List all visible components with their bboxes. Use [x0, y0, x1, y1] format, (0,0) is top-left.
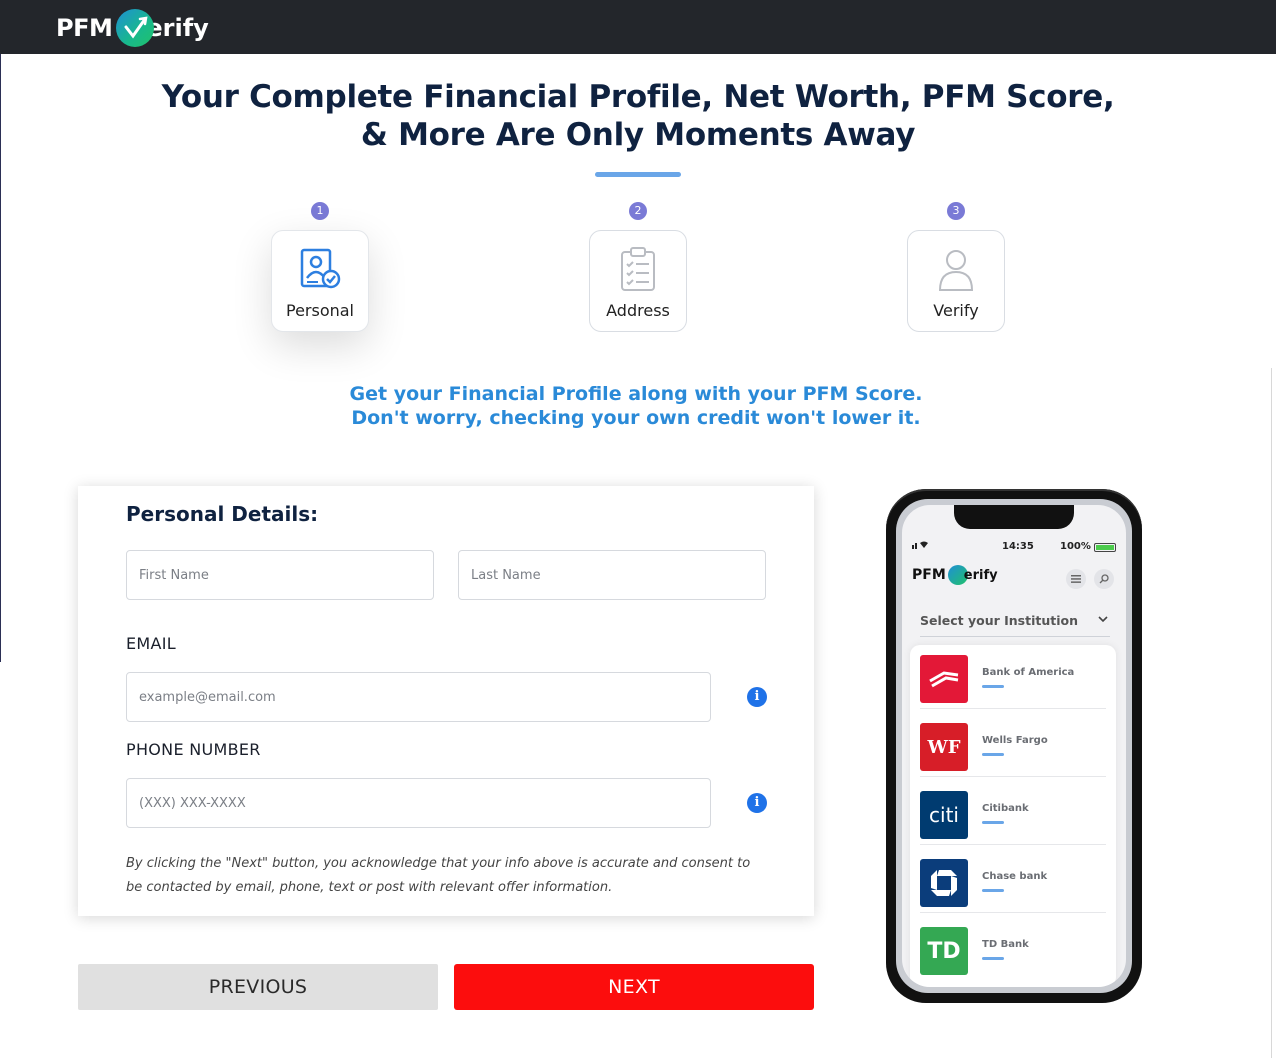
institution-list: Bank of America WF Wells Fargo citi Citi… [910, 645, 1116, 987]
bank-accent-line [982, 753, 1004, 756]
headline-line-1: Your Complete Financial Profile, Net Wor… [161, 79, 1115, 115]
pfm-verify-logo[interactable]: PFM erify [56, 8, 209, 48]
consent-disclaimer: By clicking the "Next" button, you ackno… [126, 852, 786, 900]
step-label-address: Address [606, 301, 670, 320]
step-address[interactable]: 2 Address [589, 202, 687, 332]
phone-logo-suffix: erify [963, 567, 998, 583]
status-time: 14:35 [1002, 541, 1034, 552]
step-card-verify[interactable]: Verify [907, 230, 1005, 332]
step-number-badge: 1 [311, 202, 329, 220]
phone-bezel: 14:35 100% PFM erify Select your Institu… [896, 499, 1132, 993]
step-personal[interactable]: 1 Personal [271, 202, 369, 332]
page-left-border [0, 54, 1, 662]
clipboard-checklist-icon [613, 245, 663, 295]
phone-info-icon[interactable]: i [747, 793, 767, 813]
bank-accent-line [982, 889, 1004, 892]
subheadline: Get your Financial Profile along with yo… [236, 382, 1036, 430]
user-outline-icon [931, 245, 981, 295]
email-info-icon[interactable]: i [747, 687, 767, 707]
logo-suffix: erify [146, 14, 209, 42]
step-label-personal: Personal [285, 301, 354, 320]
previous-button[interactable]: PREVIOUS [78, 964, 438, 1010]
logo-prefix: PFM [56, 14, 113, 42]
bank-name: Wells Fargo [982, 735, 1048, 746]
step-card-personal[interactable]: Personal [271, 230, 369, 332]
next-button[interactable]: NEXT [454, 964, 814, 1010]
phone-notch [954, 505, 1074, 529]
phone-app-logo: PFM erify [912, 565, 998, 585]
bank-name: TD Bank [982, 939, 1029, 950]
status-battery-percent: 100% [1060, 541, 1091, 552]
list-item: Chase bank [920, 853, 1106, 913]
menu-icon [1066, 569, 1086, 589]
top-navigation-bar: PFM erify [0, 0, 1276, 54]
step-card-address[interactable]: Address [589, 230, 687, 332]
step-number-badge: 3 [947, 202, 965, 220]
email-input[interactable] [126, 672, 711, 722]
step-number-badge: 2 [629, 202, 647, 220]
search-icon [1094, 569, 1114, 589]
list-item: citi Citibank [920, 785, 1106, 845]
consent-line-2: be contacted by email, phone, text or po… [126, 880, 613, 895]
phone-mockup: 14:35 100% PFM erify Select your Institu… [886, 489, 1142, 1003]
bank-accent-line [982, 957, 1004, 960]
checkmark-arrow-icon [116, 9, 155, 47]
wells-fargo-logo-icon: WF [920, 723, 968, 771]
page-right-border [1271, 368, 1272, 1058]
institution-select: Select your Institution [920, 613, 1110, 637]
citibank-logo-icon: citi [920, 791, 968, 839]
bank-name: Citibank [982, 803, 1029, 814]
bank-of-america-logo-icon [920, 655, 968, 703]
list-item: WF Wells Fargo [920, 717, 1106, 777]
phone-input[interactable] [126, 778, 711, 828]
td-bank-logo-icon: TD [920, 927, 968, 975]
step-verify[interactable]: 3 Verify [907, 202, 1005, 332]
form-title: Personal Details: [126, 502, 319, 526]
consent-line-1: By clicking the "Next" button, you ackno… [126, 856, 751, 871]
chase-logo-icon [920, 859, 968, 907]
headline-underline [595, 172, 681, 177]
list-item: TD TD Bank [920, 921, 1106, 981]
first-name-input[interactable] [126, 550, 434, 600]
personal-details-form: Personal Details: EMAIL i PHONE NUMBER i… [78, 486, 814, 916]
battery-icon [1094, 543, 1116, 552]
page-headline: Your Complete Financial Profile, Net Wor… [100, 78, 1176, 154]
headline-line-2: & More Are Only Moments Away [360, 117, 916, 153]
phone-logo-prefix: PFM [912, 567, 946, 583]
email-label: EMAIL [126, 634, 176, 653]
phone-label: PHONE NUMBER [126, 740, 261, 759]
chevron-down-icon [1098, 613, 1108, 626]
signal-icon [912, 539, 938, 552]
bank-accent-line [982, 685, 1004, 688]
phone-screen: 14:35 100% PFM erify Select your Institu… [902, 505, 1126, 987]
bank-accent-line [982, 821, 1004, 824]
personal-id-check-icon [295, 245, 345, 295]
list-item: Bank of America [920, 649, 1106, 709]
step-label-verify: Verify [933, 301, 979, 320]
last-name-input[interactable] [458, 550, 766, 600]
subheadline-line-1: Get your Financial Profile along with yo… [349, 383, 923, 405]
bank-name: Bank of America [982, 667, 1075, 678]
institution-select-label: Select your Institution [920, 613, 1079, 628]
subheadline-line-2: Don't worry, checking your own credit wo… [351, 407, 921, 429]
bank-name: Chase bank [982, 871, 1048, 882]
